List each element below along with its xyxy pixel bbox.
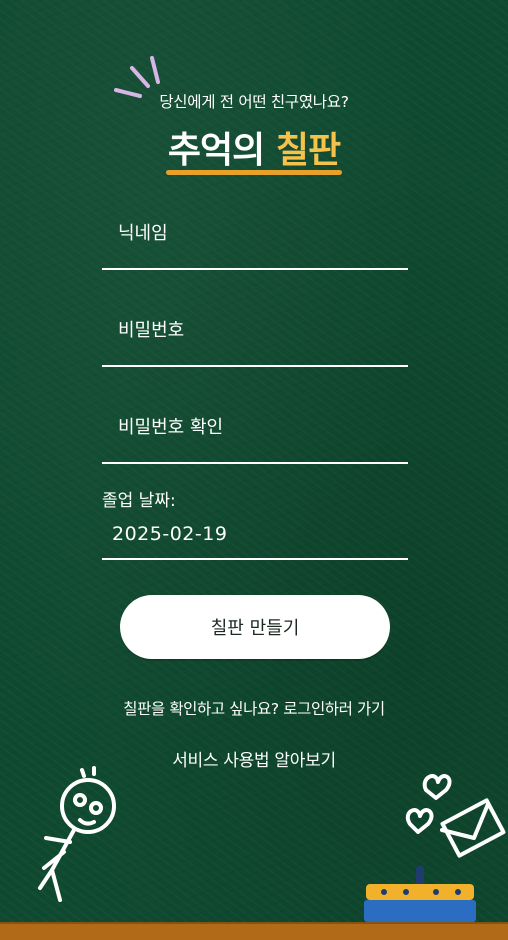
heart-icon xyxy=(422,774,452,800)
page-subtitle: 당신에게 전 어떤 친구였나요? xyxy=(159,93,349,111)
nickname-input[interactable] xyxy=(102,210,408,256)
hearts-and-envelope-doodle xyxy=(405,774,506,858)
page-title: 추억의 칠판 xyxy=(0,128,508,175)
title-part-memory: 추억의 xyxy=(167,130,265,171)
heart-icon xyxy=(405,808,434,834)
title-part-board: 칠판 xyxy=(275,130,341,171)
login-link[interactable]: 칠판을 확인하고 싶나요? 로그인하러 가기 xyxy=(0,697,508,719)
graduation-date-label: 졸업 날짜: xyxy=(102,491,176,511)
create-board-button[interactable]: 칠판 만들기 xyxy=(120,595,390,659)
envelope-icon xyxy=(440,798,506,858)
title-text: 추억의 칠판 xyxy=(165,128,343,175)
graduation-date-field xyxy=(102,512,408,560)
password-input[interactable] xyxy=(102,307,408,353)
cake-icon xyxy=(364,866,476,922)
title-underline xyxy=(165,170,343,175)
password-confirm-field xyxy=(102,400,408,464)
password-field xyxy=(102,303,408,367)
password-confirm-input[interactable] xyxy=(102,404,408,450)
graduation-date-input[interactable] xyxy=(102,512,408,556)
nickname-field xyxy=(102,206,408,270)
stickman-doodle xyxy=(38,766,116,902)
chalk-ledge xyxy=(0,922,508,940)
